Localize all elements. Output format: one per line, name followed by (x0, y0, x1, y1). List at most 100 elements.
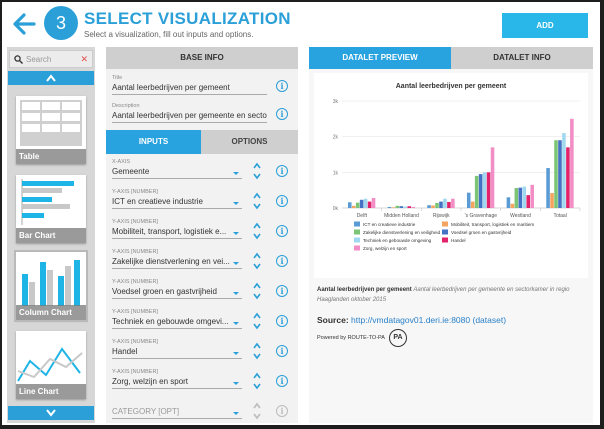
back-arrow-icon[interactable] (10, 10, 38, 38)
tab-options[interactable]: OPTIONS (201, 130, 298, 154)
x-tick-label: 's Gravenhage (465, 213, 498, 219)
input-field[interactable]: Y-AXIS [NUMBER] Zakelijke dienstverlening… (112, 249, 242, 269)
bar (566, 147, 570, 208)
input-field[interactable]: Y-AXIS [NUMBER] Voedsel groen en gastvrij… (112, 279, 242, 299)
viz-item-table[interactable]: Table (16, 96, 86, 164)
input-select[interactable]: CATEGORY [OPT] (112, 407, 242, 419)
input-select[interactable]: ICT en creatieve industrie (112, 197, 242, 209)
input-select[interactable]: Handel (112, 347, 242, 359)
bar (510, 203, 515, 208)
tab-inputs[interactable]: INPUTS (106, 130, 201, 154)
info-icon[interactable]: i (276, 225, 288, 237)
column-chart: Aantal leerbedrijven per gemeent 0k 1k 2k 3k… (333, 83, 581, 251)
clear-search-icon[interactable]: ✕ (80, 54, 88, 65)
bar (391, 207, 396, 208)
route-to-pa-logo: PA (389, 329, 407, 347)
input-value: Zorg, welzijn en sport (112, 377, 189, 386)
title-input[interactable]: Aantal leerbedrijven per gemeent (112, 83, 267, 95)
description-caption: Description (112, 103, 140, 109)
reorder-handle-icon[interactable] (252, 372, 262, 390)
search-input[interactable]: Search ✕ (9, 50, 93, 68)
reorder-handle-icon[interactable] (252, 222, 262, 240)
bar (506, 197, 511, 208)
bar (470, 201, 475, 208)
base-info-heading: BASE INFO (106, 47, 298, 69)
dropdown-arrow-icon (233, 412, 239, 415)
input-field[interactable]: Y-AXIS [NUMBER] Handel (112, 339, 242, 359)
info-icon[interactable]: i (276, 315, 288, 327)
viz-item-bar-chart[interactable]: Bar Chart (16, 175, 86, 243)
info-icon[interactable]: i (276, 375, 288, 387)
page-subtitle: Select a visualization, fill out inputs … (84, 30, 254, 39)
tab-datalet-preview[interactable]: DATALET PREVIEW (309, 47, 451, 69)
input-select[interactable]: Zakelijke dienstverlening en vei... (112, 257, 242, 269)
legend-swatch (354, 221, 360, 227)
info-icon[interactable]: i (276, 345, 288, 357)
info-icon[interactable]: i (276, 285, 288, 297)
bar (363, 198, 368, 208)
reorder-handle-icon[interactable] (252, 162, 262, 180)
reorder-handle-icon[interactable] (252, 342, 262, 360)
bar (427, 205, 431, 208)
bar (431, 205, 435, 208)
input-caption: Y-AXIS [NUMBER] (112, 219, 158, 225)
page-title: SELECT VISUALIZATION (84, 9, 291, 28)
input-field[interactable]: Y-AXIS [NUMBER] ICT en creatieve industri… (112, 189, 242, 209)
description-field[interactable]: Description Aantal leerbedrijven per gem… (112, 103, 267, 123)
description-title: Aantal leerbedrijven per gemeent (317, 287, 412, 293)
reorder-handle-icon[interactable] (252, 312, 262, 330)
input-select[interactable]: Voedsel groen en gastvrijheid (112, 287, 242, 299)
source-url-link[interactable]: http://vmdatagov01.deri.ie:8080 (351, 315, 470, 325)
dropdown-arrow-icon (233, 232, 239, 235)
add-button[interactable]: ADD (502, 13, 588, 38)
input-select[interactable]: Zorg, welzijn en sport (112, 377, 242, 389)
x-tick-label: Rijswijk (433, 213, 450, 219)
input-select[interactable]: Techniek en gebouwde omgevi... (112, 317, 242, 329)
viz-item-label: Table (16, 149, 86, 164)
bar (443, 198, 447, 208)
input-select[interactable]: Gemeente (112, 167, 242, 179)
bar (522, 186, 527, 208)
info-icon[interactable]: i (276, 195, 288, 207)
bar (482, 172, 487, 208)
bar (367, 201, 372, 208)
info-icon[interactable]: i (276, 405, 288, 417)
reorder-handle-icon[interactable] (252, 192, 262, 210)
y-tick-label: 1k (333, 170, 339, 176)
powered-by: Powered by ROUTE-TO-PA (317, 335, 385, 341)
dataset-link[interactable]: (dataset) (473, 315, 507, 325)
info-icon[interactable]: i (276, 165, 288, 177)
viz-item-column-chart[interactable]: Column Chart (14, 250, 88, 322)
input-value: Techniek en gebouwde omgevi... (112, 317, 229, 326)
scroll-up-button[interactable] (8, 71, 94, 85)
input-select[interactable]: Mobiliteit, transport, logistiek e... (112, 227, 242, 239)
scroll-down-button[interactable] (8, 406, 94, 420)
info-icon[interactable]: i (276, 255, 288, 267)
x-tick-label: Totaal (553, 213, 566, 219)
info-icon[interactable]: i (276, 80, 288, 92)
title-field[interactable]: Title Aantal leerbedrijven per gemeent (112, 75, 267, 95)
reorder-handle-icon[interactable] (252, 252, 262, 270)
reorder-handle-icon[interactable] (252, 402, 262, 420)
tab-datalet-info[interactable]: DATALET INFO (451, 47, 593, 69)
legend-label: Voedsel groen en gastvrijheid (451, 230, 512, 235)
dropdown-arrow-icon (233, 262, 239, 265)
app-window: 3 SELECT VISUALIZATION Select a visualiz… (2, 2, 600, 425)
viz-item-line-chart[interactable]: Line Chart (16, 331, 86, 399)
viz-item-label: Line Chart (16, 384, 86, 399)
input-field[interactable]: CATEGORY [OPT] (112, 399, 242, 419)
bar (399, 206, 404, 208)
dropdown-arrow-icon (233, 382, 239, 385)
bar (466, 192, 471, 208)
input-field[interactable]: X-AXIS Gemeente (112, 159, 242, 179)
reorder-handle-icon[interactable] (252, 282, 262, 300)
y-tick-label: 2k (333, 135, 339, 141)
input-value: Zakelijke dienstverlening en vei... (112, 257, 230, 266)
info-icon[interactable]: i (276, 108, 288, 120)
input-field[interactable]: Y-AXIS [NUMBER] Techniek en gebouwde omge… (112, 309, 242, 329)
bar (403, 206, 408, 208)
datalet-description: Aantal leerbedrijven per gemeent Aantal … (317, 285, 589, 305)
description-input[interactable]: Aantal leerbedrijven per gemeente en sec… (112, 111, 267, 123)
input-field[interactable]: Y-AXIS [NUMBER] Zorg, welzijn en sport (112, 369, 242, 389)
input-field[interactable]: Y-AXIS [NUMBER] Mobiliteit, transport, lo… (112, 219, 242, 239)
